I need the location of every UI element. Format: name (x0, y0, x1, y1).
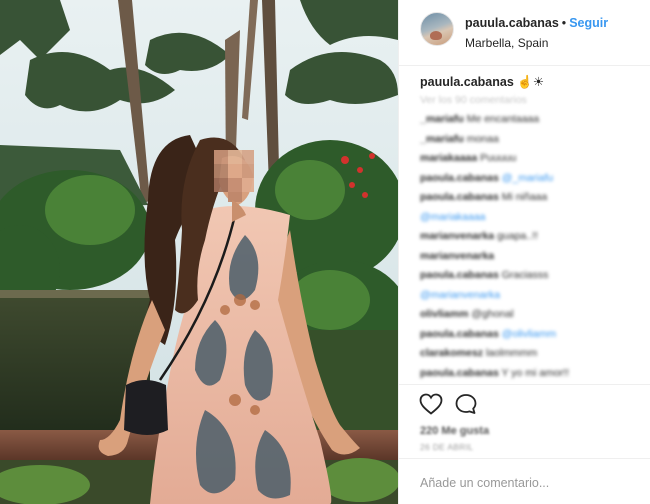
likes-count[interactable]: 220 Me gusta (420, 425, 489, 437)
post-photo-image (0, 0, 398, 504)
comment-username[interactable]: paoula.cabanas (420, 191, 499, 203)
comment-bubble-icon[interactable] (454, 393, 478, 415)
comment-row: @mariakaaaa (420, 208, 631, 228)
post-timestamp: 26 DE ABRIL (420, 442, 474, 452)
comment-row: paoula.cabanas Y yo mi amor!! (420, 364, 631, 384)
comment-username[interactable]: _mariafu (420, 133, 464, 145)
comment-row: mariakaaaa Puuuuu (420, 149, 631, 169)
comment-row: paoula.cabanas Graciasss (420, 266, 631, 286)
comment-row: paoula.cabanas @olivliamm (420, 325, 631, 345)
user-row: pauula.cabanas • Seguir (465, 16, 608, 30)
comment-list: _mariafu Me encantaaaa _mariafu monaa ma… (420, 110, 631, 383)
comment-text: laolmmmm (485, 347, 538, 359)
username-link[interactable]: pauula.cabanas (465, 16, 559, 30)
comment-mention-link[interactable]: @marianvenarka (420, 289, 500, 301)
comment-row: _mariafu monaa (420, 130, 631, 150)
heart-icon[interactable] (419, 393, 443, 415)
add-comment-bar (399, 458, 650, 504)
comment-row: @marianvenarka (420, 286, 631, 306)
comment-username[interactable]: marianvenarka (420, 230, 494, 242)
comment-username[interactable]: _mariafu (420, 113, 464, 125)
separator-dot: • (561, 16, 567, 30)
caption-text: ☝☀ (517, 75, 545, 89)
comment-username[interactable]: mariakaaaa (420, 152, 477, 164)
comment-text: Mi niñaaa (501, 191, 548, 203)
comment-row: olivliamm @ghonal (420, 305, 631, 325)
comment-text: Y yo mi amor!! (501, 366, 570, 379)
comment-username[interactable]: paoula.cabanas (420, 367, 499, 379)
comment-text: guapa..!! (497, 230, 538, 242)
comment-row: clarakomesz laolmmmm (420, 344, 631, 364)
avatar[interactable] (420, 12, 454, 46)
comment-text: Puuuuu (480, 152, 517, 164)
comment-text: monaa (466, 132, 499, 145)
avatar-figure (430, 31, 442, 40)
comment-text: Me encantaaaa (466, 113, 540, 125)
view-all-comments-link[interactable]: Ver los 90 comentarios (420, 94, 631, 106)
comment-mention-link[interactable]: @_mariafu (502, 172, 554, 184)
comment-username[interactable]: paoula.cabanas (420, 172, 499, 184)
comment-mention-link[interactable]: @olivliamm (502, 328, 556, 340)
caption-username[interactable]: pauula.cabanas (420, 75, 514, 89)
comments-section[interactable]: pauula.cabanas ☝☀ Ver los 90 comentarios… (399, 66, 650, 384)
comment-input[interactable] (420, 473, 630, 493)
location-link[interactable]: Marbella, Spain (465, 36, 548, 50)
comment-username[interactable]: olivliamm (420, 308, 468, 320)
comment-row: marianvenarka (420, 247, 631, 267)
comment-text: Graciasss (501, 269, 549, 281)
comment-text: @ghonal (471, 308, 514, 320)
follow-button[interactable]: Seguir (569, 16, 608, 30)
post-photo[interactable] (0, 0, 398, 504)
post-details-panel: pauula.cabanas • Seguir Marbella, Spain pa… (398, 0, 650, 504)
comment-row: marianvenarka guapa..!! (420, 227, 631, 247)
comment-row: paoula.cabanas Mi niñaaa (420, 188, 631, 208)
caption: pauula.cabanas ☝☀ (420, 74, 631, 90)
comment-username[interactable]: marianvenarka (420, 250, 494, 262)
comment-username[interactable]: paoula.cabanas (420, 269, 499, 281)
comment-row: _mariafu Me encantaaaa (420, 110, 631, 130)
post-actions: 220 Me gusta 26 DE ABRIL (399, 384, 650, 458)
comment-mention-link[interactable]: @mariakaaaa (420, 211, 486, 223)
comment-username[interactable]: paoula.cabanas (420, 328, 499, 340)
post-header: pauula.cabanas • Seguir Marbella, Spain (399, 0, 650, 66)
comment-username[interactable]: clarakomesz (420, 347, 483, 359)
comment-row: paoula.cabanas @_mariafu (420, 169, 631, 189)
